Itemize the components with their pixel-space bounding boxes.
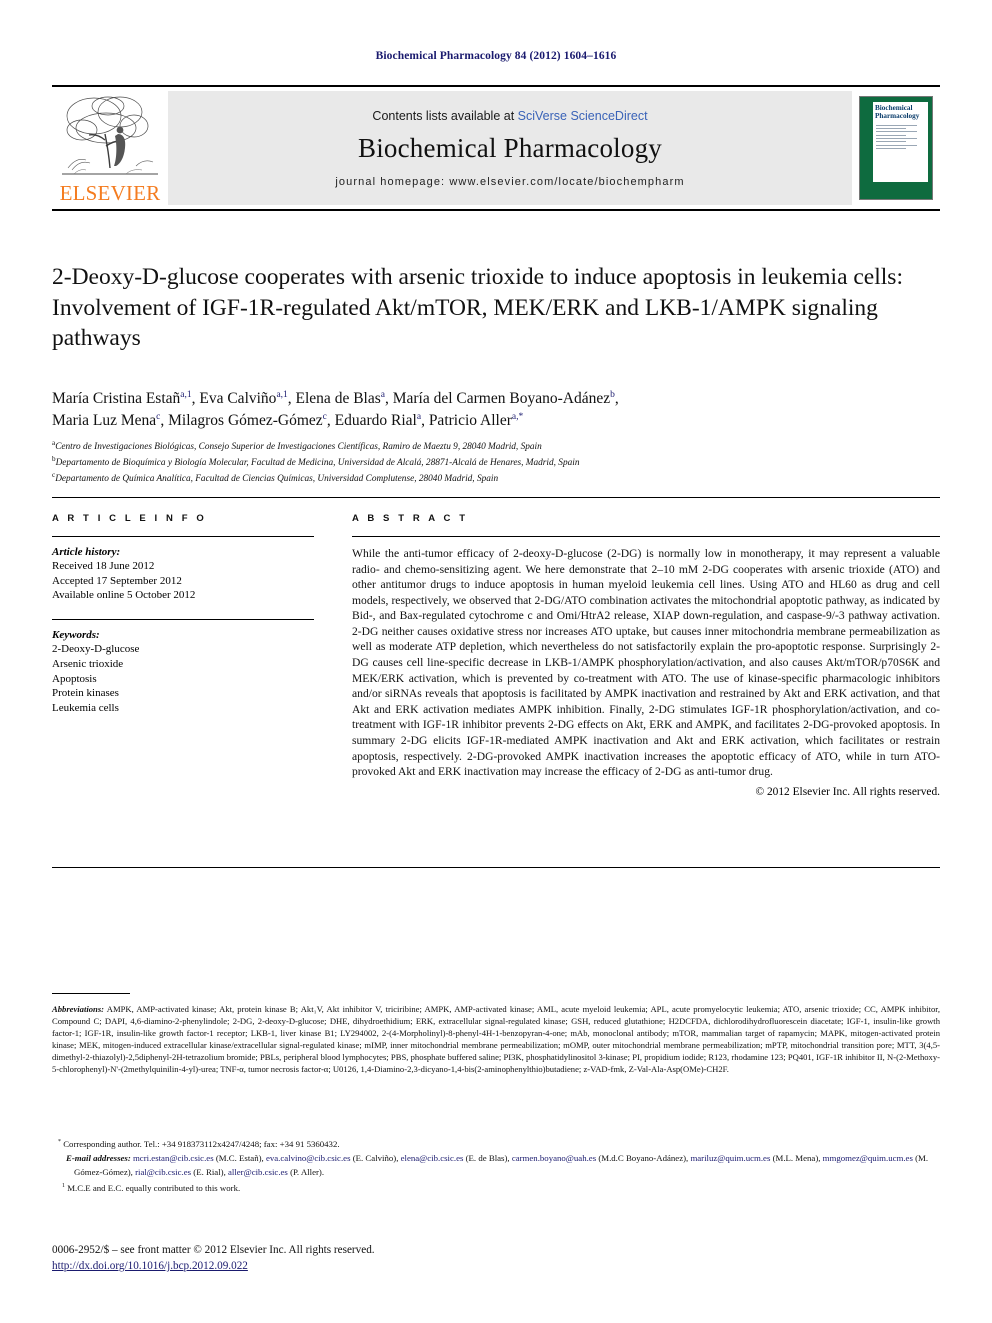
- email-label: E-mail addresses:: [66, 1153, 131, 1164]
- affiliation-item: aCentro de Investigaciones Biológicas, C…: [52, 438, 932, 454]
- email-owner: (M.d.C Boyano-Adánez): [598, 1153, 687, 1164]
- journal-band: Contents lists available at SciVerse Sci…: [168, 91, 852, 205]
- affiliation-item: bDepartamento de Bioquímica y Biología M…: [52, 454, 932, 470]
- section-divider-top: [52, 497, 940, 498]
- corresponding-author-text: Corresponding author. Tel.: +34 91837311…: [63, 1139, 340, 1149]
- keyword-item: Arsenic trioxide: [52, 657, 124, 670]
- article-history-item: Available online 5 October 2012: [52, 589, 196, 602]
- running-head: Biochemical Pharmacology 84 (2012) 1604–…: [375, 50, 617, 62]
- journal-title: Biochemical Pharmacology: [358, 132, 662, 163]
- affiliation-text: Centro de Investigaciones Biológicas, Co…: [55, 442, 542, 453]
- article-history-item: Received 18 June 2012: [52, 560, 155, 572]
- email-owner: (P. Aller): [290, 1166, 322, 1177]
- abstract-rule: [352, 536, 940, 537]
- email-link[interactable]: eva.calvino@cib.csic.es: [266, 1153, 351, 1163]
- page-footer: 0006-2952/$ – see front matter © 2012 El…: [52, 1243, 940, 1275]
- email-link[interactable]: mmgomez@quim.ucm.es: [823, 1153, 913, 1163]
- keyword-item: Leukemia cells: [52, 702, 119, 715]
- email-owner: (M.C. Estañ): [215, 1153, 262, 1164]
- equal-contribution-line: 1 M.C.E and E.C. equally contributed to …: [52, 1182, 940, 1195]
- elsevier-tree-icon: [60, 90, 160, 182]
- email-link[interactable]: elena@cib.csic.es: [401, 1153, 464, 1163]
- page-title: 2-Deoxy-D-glucose cooperates with arseni…: [52, 264, 903, 352]
- doi-link[interactable]: http://dx.doi.org/10.1016/j.bcp.2012.09.…: [52, 1259, 940, 1275]
- correspondence-note: * Corresponding author. Tel.: +34 918373…: [52, 1138, 940, 1195]
- email-owner: (M.L. Mena): [772, 1153, 819, 1164]
- journal-cover-thumbnail: Biochemical Pharmacology: [859, 96, 933, 200]
- journal-homepage-line[interactable]: journal homepage: www.elsevier.com/locat…: [335, 176, 684, 188]
- equal-contribution-mark: 1: [62, 1183, 65, 1190]
- keyword-item: Apoptosis: [52, 672, 97, 685]
- keywords-rule: [52, 619, 314, 621]
- article-info-heading: A R T I C L E I N F O: [52, 513, 207, 524]
- abstract-copyright: © 2012 Elsevier Inc. All rights reserved…: [755, 785, 940, 798]
- affiliation-text: Departamento de Bioquímica y Biología Mo…: [55, 458, 580, 469]
- abbreviations-label: Abbreviations:: [52, 1004, 105, 1014]
- email-link[interactable]: aller@cib.csic.es: [228, 1167, 288, 1177]
- section-divider-bottom: [52, 867, 940, 868]
- footnote-divider: [52, 993, 130, 994]
- email-link[interactable]: carmen.boyano@uah.es: [512, 1153, 596, 1163]
- article-info-section: A R T I C L E I N F O Article history: R…: [52, 513, 314, 716]
- journal-cover-block: Biochemical Pharmacology: [852, 87, 940, 209]
- email-owner: (E. de Blas): [465, 1153, 508, 1164]
- abbreviations-note: Abbreviations: AMPK, AMP-activated kinas…: [52, 1003, 940, 1075]
- abstract-heading: A B S T R A C T: [352, 513, 469, 524]
- abstract-body: While the anti-tumor efficacy of 2-deoxy…: [352, 547, 940, 779]
- cover-journal-title: Biochemical Pharmacology: [875, 104, 920, 120]
- sciencedirect-link[interactable]: SciVerse ScienceDirect: [518, 109, 648, 123]
- email-link[interactable]: mcri.estan@cib.csic.es: [133, 1153, 214, 1163]
- email-owner: (E. Rial): [193, 1166, 224, 1177]
- email-addresses-line: E-mail addresses: mcri.estan@cib.csic.es…: [66, 1153, 929, 1177]
- contents-available-line: Contents lists available at SciVerse Sci…: [372, 109, 647, 123]
- abbreviations-text: AMPK, AMP-activated kinase; Akt, protein…: [52, 1004, 940, 1075]
- article-info-rule: [52, 536, 314, 537]
- abstract-section: A B S T R A C T While the anti-tumor eff…: [352, 513, 940, 798]
- elsevier-logo-block: ELSEVIER: [52, 87, 168, 209]
- affiliation-list: aCentro de Investigaciones Biológicas, C…: [52, 438, 932, 487]
- keyword-item: 2-Deoxy-D-glucose: [52, 643, 140, 656]
- corresponding-author-line: * Corresponding author. Tel.: +34 918373…: [52, 1138, 940, 1151]
- email-link[interactable]: rial@cib.csic.es: [135, 1167, 191, 1177]
- contents-prefix: Contents lists available at: [372, 108, 518, 123]
- corresponding-star: *: [58, 1139, 61, 1146]
- email-owner: (E. Calviño): [352, 1153, 397, 1164]
- article-history-item: Accepted 17 September 2012: [52, 574, 182, 587]
- elsevier-wordmark: ELSEVIER: [59, 181, 161, 205]
- keywords-label: Keywords:: [52, 629, 100, 642]
- cover-text-lines: [873, 120, 928, 150]
- affiliation-item: cDepartamento de Química Analítica, Facu…: [52, 470, 932, 486]
- email-link[interactable]: mariluz@quim.ucm.es: [690, 1153, 770, 1163]
- author-list: María Cristina Estaña,1, Eva Calviñoa,1,…: [52, 389, 619, 430]
- issn-copyright-line: 0006-2952/$ – see front matter © 2012 El…: [52, 1244, 375, 1256]
- article-history-label: Article history:: [52, 546, 121, 558]
- journal-article-page: Biochemical Pharmacology 84 (2012) 1604–…: [0, 0, 992, 1323]
- cover-bottom-bar: [872, 182, 929, 196]
- keyword-item: Protein kinases: [52, 687, 119, 700]
- journal-masthead: ELSEVIER Contents lists available at Sci…: [52, 85, 940, 211]
- affiliation-text: Departamento de Química Analítica, Facul…: [55, 474, 499, 485]
- cover-spine: [860, 97, 872, 199]
- equal-contribution-text: M.C.E and E.C. equally contributed to th…: [67, 1183, 241, 1194]
